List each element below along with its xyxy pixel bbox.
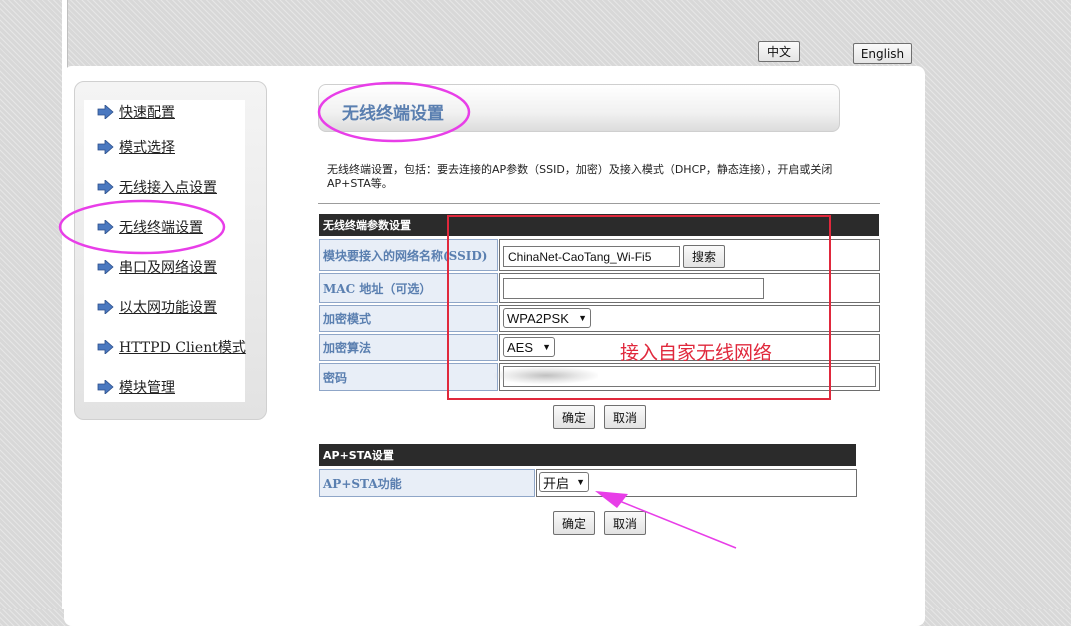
mac-address-input[interactable] xyxy=(503,278,764,299)
sta-cancel-button[interactable]: 取消 xyxy=(604,405,646,429)
arrow-right-icon xyxy=(97,180,114,194)
sidebar-item-label: 模式选择 xyxy=(119,140,175,156)
apsta-function-select[interactable]: 开启 ▼ xyxy=(539,472,589,492)
encryption-algorithm-value: AES xyxy=(507,339,534,355)
sidebar-item-label: HTTPD Client模式 xyxy=(119,340,246,356)
search-button[interactable]: 搜索 xyxy=(683,245,725,268)
sidebar-item-ethernet[interactable]: 以太网功能设置 xyxy=(97,297,217,317)
page-description: 无线终端设置，包括：要去连接的AP参数（SSID，加密）及接入模式（DHCP，静… xyxy=(327,163,833,190)
encryption-mode-label: 加密模式 xyxy=(319,305,498,332)
section-header-sta: 无线终端参数设置 xyxy=(319,214,879,236)
arrow-right-icon xyxy=(97,220,114,234)
page-title: 无线终端设置 xyxy=(342,104,444,124)
ssid-label: 模块要接入的网络名称(SSID) xyxy=(319,239,498,271)
sidebar-item-module-management[interactable]: 模块管理 xyxy=(97,377,175,397)
arrow-right-icon xyxy=(97,380,114,394)
apsta-function-value: 开启 xyxy=(543,475,570,491)
arrow-right-icon xyxy=(97,340,114,354)
chevron-down-icon: ▼ xyxy=(578,313,587,323)
sidebar-item-ap-settings[interactable]: 无线接入点设置 xyxy=(97,177,217,197)
sidebar-item-label: 无线终端设置 xyxy=(119,220,203,236)
arrow-right-icon xyxy=(97,105,114,119)
sidebar-item-httpd-client[interactable]: HTTPD Client模式 xyxy=(97,337,246,357)
section-header-apsta: AP+STA设置 xyxy=(319,444,856,466)
arrow-right-icon xyxy=(97,140,114,154)
language-english-button[interactable]: English xyxy=(853,43,912,64)
sidebar-item-mode-select[interactable]: 模式选择 xyxy=(97,137,175,157)
sidebar-item-sta-settings[interactable]: 无线终端设置 xyxy=(97,217,203,237)
arrow-right-icon xyxy=(97,260,114,274)
sidebar-item-quick-config[interactable]: 快速配置 xyxy=(97,102,175,122)
sidebar-item-label: 以太网功能设置 xyxy=(119,300,217,316)
chevron-down-icon: ▼ xyxy=(576,477,585,487)
apsta-function-label: AP+STA功能 xyxy=(319,469,535,497)
apsta-cancel-button[interactable]: 取消 xyxy=(604,511,646,535)
annotation-text: 接入自家无线网络 xyxy=(620,342,773,364)
sidebar-item-label: 串口及网络设置 xyxy=(119,260,217,276)
arrow-right-icon xyxy=(97,300,114,314)
apsta-confirm-button[interactable]: 确定 xyxy=(553,511,595,535)
sidebar-item-label: 快速配置 xyxy=(119,105,175,121)
password-label: 密码 xyxy=(319,363,498,391)
sta-confirm-button[interactable]: 确定 xyxy=(553,405,595,429)
divider xyxy=(318,203,880,204)
ssid-input[interactable]: ChinaNet-CaoTang_Wi-Fi5 xyxy=(503,246,680,267)
encryption-algorithm-label: 加密算法 xyxy=(319,334,498,361)
chevron-down-icon: ▼ xyxy=(542,342,551,352)
redacted-password-blur xyxy=(494,367,598,384)
encryption-mode-select[interactable]: WPA2PSK ▼ xyxy=(503,308,591,328)
sidebar-item-serial-network[interactable]: 串口及网络设置 xyxy=(97,257,217,277)
language-chinese-button[interactable]: 中文 xyxy=(758,41,800,62)
sidebar-item-label: 无线接入点设置 xyxy=(119,180,217,196)
sidebar-item-label: 模块管理 xyxy=(119,380,175,396)
encryption-mode-value: WPA2PSK xyxy=(507,310,569,326)
encryption-algorithm-select[interactable]: AES ▼ xyxy=(503,337,555,357)
mac-label: MAC 地址（可选） xyxy=(319,273,498,303)
